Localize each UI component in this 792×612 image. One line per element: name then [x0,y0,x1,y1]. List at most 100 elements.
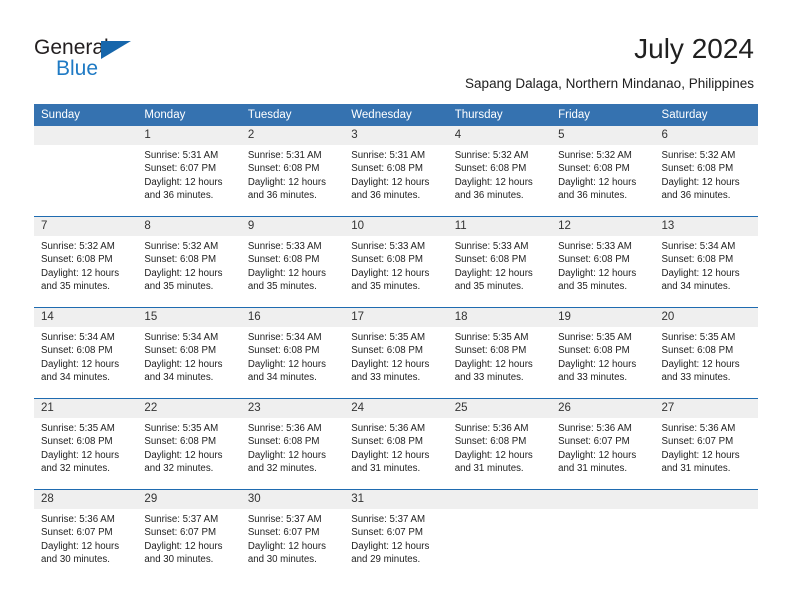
day-number: 20 [654,308,758,327]
calendar-day-cell[interactable]: 7 Sunrise: 5:32 AM Sunset: 6:08 PM Daylight… [34,217,138,307]
day-info-line: Sunrise: 5:32 AM [41,241,115,252]
day-info-line: Sunset: 6:08 PM [247,436,320,448]
day-info-line: and 34 minutes. [661,281,731,293]
day-number: 24 [344,399,448,418]
day-info-line: and 34 minutes. [144,372,214,384]
day-info-line: and 30 minutes. [41,554,110,566]
day-info-line: Sunset: 6:08 PM [144,254,217,266]
calendar-day-cell[interactable]: 6 Sunrise: 5:32 AM Sunset: 6:08 PM Daylight… [654,126,758,216]
calendar-day-cell[interactable]: 1 Sunrise: 5:31 AM Sunset: 6:07 PM Daylight… [137,126,241,216]
day-sun-info: Sunrise: 5:32 AM Sunset: 6:08 PM Daylight:… [137,236,240,294]
calendar-week-row: 14 Sunrise: 5:34 AM Sunset: 6:08 PM Dayligh… [34,308,758,398]
calendar-day-cell[interactable]: 13 Sunrise: 5:34 AM Sunset: 6:08 PM Dayligh… [654,217,758,307]
day-info-line: and 35 minutes. [454,281,524,293]
day-info-line: and 36 minutes. [351,190,421,202]
day-info-line: Sunset: 6:08 PM [351,163,423,175]
calendar-day-cell[interactable]: 20 Sunrise: 5:35 AM Sunset: 6:08 PM Dayligh… [654,308,758,398]
day-info-line: Sunset: 6:08 PM [454,254,527,266]
day-info-line: Daylight: 12 hours [454,449,533,461]
calendar-week-row: 28 Sunrise: 5:36 AM Sunset: 6:07 PM Dayligh… [34,490,758,580]
day-info-line: Sunset: 6:07 PM [144,527,217,539]
day-info-line: and 29 minutes. [351,554,421,566]
day-info-line: Sunrise: 5:37 AM [247,514,322,525]
day-info-line: and 35 minutes. [144,281,214,293]
calendar-day-cell[interactable]: 26 Sunrise: 5:36 AM Sunset: 6:07 PM Dayligh… [551,399,655,489]
day-info-line: Daylight: 12 hours [351,449,430,461]
day-info-line: Daylight: 12 hours [144,358,223,370]
calendar-week-row: 21 Sunrise: 5:35 AM Sunset: 6:08 PM Dayligh… [34,399,758,489]
day-info-line: and 31 minutes. [661,463,731,475]
day-sun-info: Sunrise: 5:32 AM Sunset: 6:08 PM Daylight:… [551,145,654,203]
day-number: 17 [344,308,448,327]
calendar-day-cell[interactable]: 5 Sunrise: 5:32 AM Sunset: 6:08 PM Daylight… [551,126,655,216]
day-info-line: and 36 minutes. [558,190,628,202]
day-sun-info: Sunrise: 5:35 AM Sunset: 6:08 PM Daylight:… [344,327,447,385]
weekday-header-tuesday: Tuesday [240,104,345,126]
calendar-day-cell[interactable]: 22 Sunrise: 5:35 AM Sunset: 6:08 PM Dayligh… [137,399,241,489]
calendar-day-cell[interactable]: 16 Sunrise: 5:34 AM Sunset: 6:08 PM Dayligh… [240,308,345,398]
day-info-line: Daylight: 12 hours [247,540,326,552]
day-sun-info: Sunrise: 5:37 AM Sunset: 6:07 PM Daylight:… [137,509,240,567]
calendar-day-cell[interactable]: 24 Sunrise: 5:36 AM Sunset: 6:08 PM Dayligh… [344,399,448,489]
day-number [447,490,552,509]
day-sun-info: Sunrise: 5:35 AM Sunset: 6:08 PM Daylight:… [34,418,137,476]
calendar-day-cell[interactable]: 21 Sunrise: 5:35 AM Sunset: 6:08 PM Dayligh… [34,399,138,489]
calendar-day-cell[interactable]: 12 Sunrise: 5:33 AM Sunset: 6:08 PM Dayligh… [551,217,655,307]
day-number: 15 [137,308,241,327]
day-number: 12 [551,217,655,236]
day-number: 18 [447,308,552,327]
calendar-day-cell[interactable]: 28 Sunrise: 5:36 AM Sunset: 6:07 PM Dayligh… [34,490,138,580]
calendar-table: Sunday Monday Tuesday Wednesday Thursday… [34,104,758,580]
day-sun-info: Sunrise: 5:31 AM Sunset: 6:08 PM Daylight:… [344,145,447,203]
calendar-day-cell[interactable]: 30 Sunrise: 5:37 AM Sunset: 6:07 PM Dayligh… [240,490,345,580]
day-info-line: Sunset: 6:08 PM [144,436,217,448]
calendar-day-cell[interactable]: 31 Sunrise: 5:37 AM Sunset: 6:07 PM Dayligh… [344,490,448,580]
day-info-line: Sunset: 6:08 PM [351,254,423,266]
calendar-day-cell[interactable]: 11 Sunrise: 5:33 AM Sunset: 6:08 PM Dayligh… [447,217,552,307]
day-number: 16 [240,308,345,327]
day-info-line: Sunset: 6:08 PM [454,345,527,357]
calendar-day-cell[interactable]: 25 Sunrise: 5:36 AM Sunset: 6:08 PM Dayligh… [447,399,552,489]
calendar-day-cell[interactable]: 15 Sunrise: 5:34 AM Sunset: 6:08 PM Dayligh… [137,308,241,398]
day-info-line: Sunrise: 5:32 AM [454,150,529,161]
day-info-line: Daylight: 12 hours [144,176,223,188]
general-blue-logo[interactable]: General Blue [34,36,164,84]
calendar-day-cell[interactable]: 17 Sunrise: 5:35 AM Sunset: 6:08 PM Dayligh… [344,308,448,398]
day-info-line: Sunrise: 5:35 AM [41,423,115,434]
day-sun-info: Sunrise: 5:37 AM Sunset: 6:07 PM Daylight:… [241,509,344,567]
day-sun-info: Sunrise: 5:33 AM Sunset: 6:08 PM Daylight:… [448,236,551,294]
calendar-day-cell[interactable]: 9 Sunrise: 5:33 AM Sunset: 6:08 PM Daylight… [240,217,345,307]
calendar-day-cell[interactable]: 29 Sunrise: 5:37 AM Sunset: 6:07 PM Dayligh… [137,490,241,580]
day-number: 5 [551,126,655,145]
calendar-day-cell[interactable]: 14 Sunrise: 5:34 AM Sunset: 6:08 PM Dayligh… [34,308,138,398]
day-info-line: Daylight: 12 hours [558,176,637,188]
day-info-line: Sunrise: 5:34 AM [144,332,219,343]
calendar-day-cell[interactable]: 2 Sunrise: 5:31 AM Sunset: 6:08 PM Daylight… [240,126,345,216]
day-sun-info: Sunrise: 5:35 AM Sunset: 6:08 PM Daylight:… [448,327,551,385]
calendar-day-cell[interactable]: 27 Sunrise: 5:36 AM Sunset: 6:07 PM Dayligh… [654,399,758,489]
day-sun-info: Sunrise: 5:36 AM Sunset: 6:08 PM Daylight:… [241,418,344,476]
day-info-line: and 31 minutes. [454,463,524,475]
day-info-line: Daylight: 12 hours [247,267,326,279]
calendar-day-cell[interactable]: 10 Sunrise: 5:33 AM Sunset: 6:08 PM Dayligh… [344,217,448,307]
calendar-day-cell[interactable]: 4 Sunrise: 5:32 AM Sunset: 6:08 PM Daylight… [447,126,552,216]
calendar-day-cell[interactable]: 3 Sunrise: 5:31 AM Sunset: 6:08 PM Daylight… [344,126,448,216]
day-sun-info: Sunrise: 5:34 AM Sunset: 6:08 PM Daylight:… [34,327,137,385]
day-info-line: Daylight: 12 hours [144,449,223,461]
day-info-line: Sunrise: 5:36 AM [41,514,115,525]
calendar-day-cell[interactable]: 23 Sunrise: 5:36 AM Sunset: 6:08 PM Dayligh… [240,399,345,489]
triangle-icon [101,41,131,59]
day-sun-info: Sunrise: 5:32 AM Sunset: 6:08 PM Daylight:… [34,236,137,294]
day-info-line: Sunrise: 5:36 AM [247,423,322,434]
day-info-line: Sunrise: 5:33 AM [558,241,632,252]
day-number: 25 [447,399,552,418]
calendar-day-cell[interactable]: 19 Sunrise: 5:35 AM Sunset: 6:08 PM Dayligh… [551,308,655,398]
day-info-line: Daylight: 12 hours [41,267,120,279]
day-info-line: Sunrise: 5:35 AM [558,332,632,343]
day-info-line: Daylight: 12 hours [351,358,430,370]
day-sun-info: Sunrise: 5:34 AM Sunset: 6:08 PM Daylight:… [655,236,758,294]
calendar-day-cell[interactable]: 18 Sunrise: 5:35 AM Sunset: 6:08 PM Dayligh… [447,308,552,398]
day-sun-info: Sunrise: 5:36 AM Sunset: 6:07 PM Daylight:… [655,418,758,476]
calendar-day-cell[interactable]: 8 Sunrise: 5:32 AM Sunset: 6:08 PM Daylight… [137,217,241,307]
day-number: 22 [137,399,241,418]
